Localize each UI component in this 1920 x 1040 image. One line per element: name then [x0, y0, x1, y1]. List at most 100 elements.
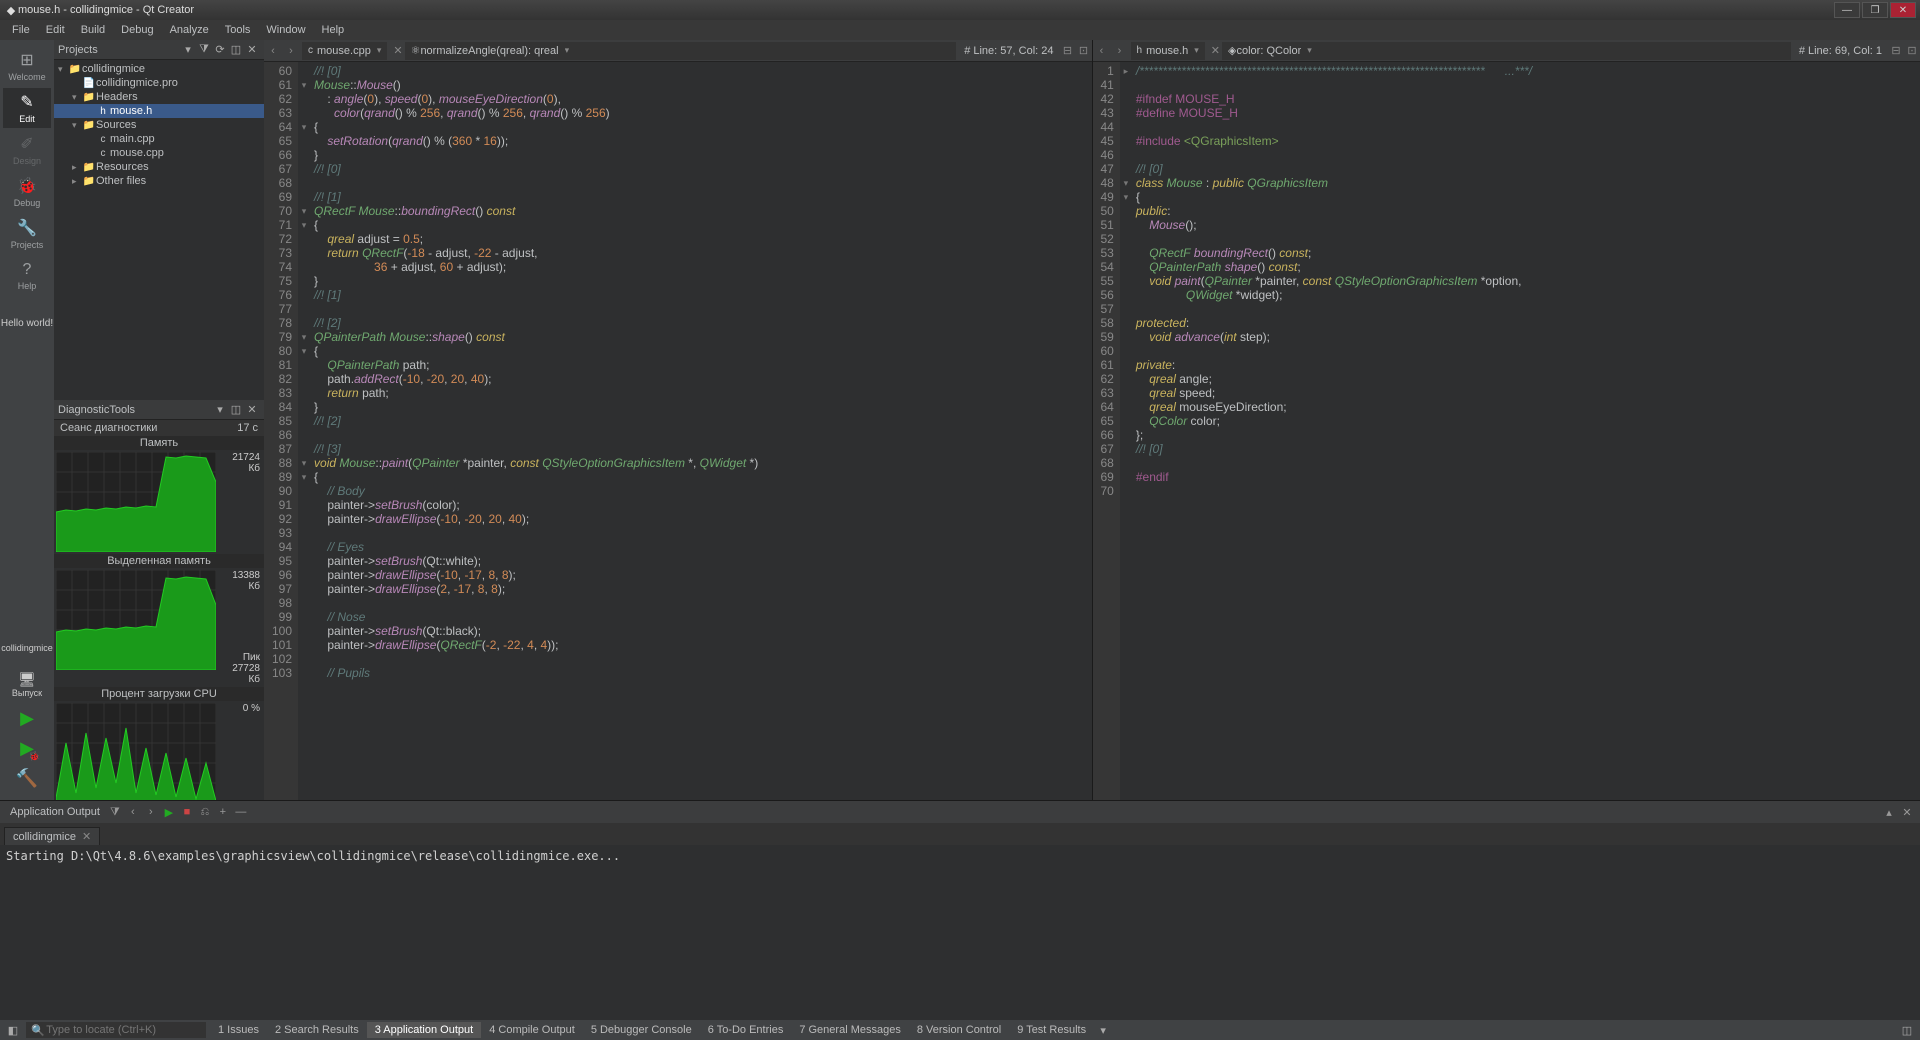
mode-help[interactable]: ?Help: [3, 256, 51, 296]
kit-project[interactable]: collidingmice: [3, 632, 51, 664]
split-icon[interactable]: ◫: [228, 403, 244, 416]
mode-edit[interactable]: ✎Edit: [3, 88, 51, 128]
editor-toolbar: ‹ › cmouse.cpp▾ ✕ ⚛normalizeAngle(qreal)…: [264, 40, 1092, 62]
h-icon: h: [1137, 45, 1143, 56]
nav-back-icon[interactable]: ‹: [1093, 45, 1111, 57]
menu-build[interactable]: Build: [73, 22, 113, 38]
project-tree[interactable]: ▾📁collidingmice 📄collidingmice.pro▾📁Head…: [54, 60, 264, 400]
output-title: Application Output: [4, 806, 106, 818]
split-h-icon[interactable]: ⊟: [1060, 44, 1076, 57]
prev-icon[interactable]: ‹: [124, 806, 142, 818]
split-icon[interactable]: ◫: [228, 43, 244, 56]
maximize-button[interactable]: ❐: [1862, 2, 1888, 18]
cursor-pos[interactable]: # Line: 57, Col: 24: [958, 45, 1059, 57]
menu-tools[interactable]: Tools: [217, 22, 259, 38]
sync-icon[interactable]: ⟳: [212, 43, 228, 56]
diag-header: DiagnosticTools ▾ ◫ ✕: [54, 400, 264, 420]
nav-back-icon[interactable]: ‹: [264, 45, 282, 57]
alloc-graph: [56, 570, 216, 670]
build-button[interactable]: 🔨: [12, 764, 42, 792]
status-pane-2[interactable]: 3 Application Output: [367, 1022, 481, 1038]
tree-item[interactable]: ▸📁Other files: [54, 174, 264, 188]
stop-icon[interactable]: ■: [178, 806, 196, 818]
editor-left: ‹ › cmouse.cpp▾ ✕ ⚛normalizeAngle(qreal)…: [264, 40, 1093, 800]
symbol-icon: ⚛: [411, 44, 421, 57]
diag-body: Сеанс диагностики17 с Память 21724 Кб Вы…: [54, 420, 264, 800]
minimize-button[interactable]: —: [1834, 2, 1860, 18]
status-pane-3[interactable]: 4 Compile Output: [481, 1022, 583, 1038]
status-pane-5[interactable]: 6 To-Do Entries: [700, 1022, 792, 1038]
close-button[interactable]: ✕: [1890, 2, 1916, 18]
output-tab[interactable]: collidingmice✕: [4, 827, 100, 845]
split-close-icon[interactable]: ⊡: [1904, 44, 1920, 57]
debug-run-button[interactable]: ▶🐞: [12, 734, 42, 762]
file-selector[interactable]: hmouse.h▾: [1131, 42, 1205, 60]
add-icon[interactable]: +: [214, 806, 232, 818]
close-file-icon[interactable]: ✕: [1211, 44, 1220, 57]
close-output-icon[interactable]: ✕: [1898, 806, 1916, 819]
menu-edit[interactable]: Edit: [38, 22, 73, 38]
split-h-icon[interactable]: ⊟: [1888, 44, 1904, 57]
status-pane-1[interactable]: 2 Search Results: [267, 1022, 367, 1038]
split-close-icon[interactable]: ⊡: [1076, 44, 1092, 57]
menu-window[interactable]: Window: [258, 22, 313, 38]
attach-icon[interactable]: ⎌: [196, 806, 214, 819]
memory-graph: [56, 452, 216, 552]
toggle-sidebar-icon[interactable]: ◧: [4, 1024, 22, 1037]
tree-item[interactable]: hmouse.h: [54, 104, 264, 118]
close-tab-icon[interactable]: ✕: [82, 830, 91, 843]
run-button[interactable]: ▶: [12, 704, 42, 732]
output-text[interactable]: Starting D:\Qt\4.8.6\examples\graphicsvi…: [0, 845, 1920, 1020]
file-selector[interactable]: cmouse.cpp▾: [302, 42, 387, 60]
status-pane-0[interactable]: 1 Issues: [210, 1022, 267, 1038]
output-toolbar: Application Output ⧩ ‹ › ▶ ■ ⎌ + — ▴ ✕: [0, 801, 1920, 823]
dropdown-icon[interactable]: ▾: [1094, 1024, 1112, 1037]
tree-item[interactable]: ▾📁Sources: [54, 118, 264, 132]
run-icon[interactable]: ▶: [160, 806, 178, 819]
nav-fwd-icon[interactable]: ›: [1111, 45, 1129, 57]
remove-icon[interactable]: —: [232, 806, 250, 818]
locator[interactable]: 🔍: [26, 1022, 206, 1038]
close-pane-icon[interactable]: ✕: [244, 403, 260, 416]
mode-debug[interactable]: 🐞Debug: [3, 172, 51, 212]
code-area[interactable]: 6061626364656667686970717273747576777879…: [264, 62, 1092, 800]
close-file-icon[interactable]: ✕: [393, 44, 402, 57]
menu-analyze[interactable]: Analyze: [162, 22, 217, 38]
symbol-selector[interactable]: ⚛normalizeAngle(qreal): qreal▾: [405, 42, 957, 60]
nav-fwd-icon[interactable]: ›: [282, 45, 300, 57]
mode-welcome[interactable]: ⊞Welcome: [3, 46, 51, 86]
hello-label: Hello world!: [1, 318, 53, 329]
status-pane-6[interactable]: 7 General Messages: [791, 1022, 909, 1038]
dropdown-icon[interactable]: ▾: [180, 43, 196, 56]
status-pane-7[interactable]: 8 Version Control: [909, 1022, 1009, 1038]
filter-icon[interactable]: ⧩: [196, 43, 212, 56]
tree-item[interactable]: ▾📁collidingmice: [54, 62, 264, 76]
maximize-icon[interactable]: ▴: [1880, 806, 1898, 819]
kit-build[interactable]: 🖥Выпуск: [3, 668, 51, 700]
symbol-selector[interactable]: ◈color: QColor▾: [1222, 42, 1791, 60]
cursor-pos[interactable]: # Line: 69, Col: 1: [1793, 45, 1888, 57]
menu-debug[interactable]: Debug: [113, 22, 161, 38]
next-icon[interactable]: ›: [142, 806, 160, 818]
close-pane-icon[interactable]: ✕: [244, 43, 260, 56]
progress-icon[interactable]: ◫: [1898, 1024, 1916, 1037]
output-pane: Application Output ⧩ ‹ › ▶ ■ ⎌ + — ▴ ✕ c…: [0, 800, 1920, 1020]
code-area[interactable]: 1414243444546474849505152535455565758596…: [1093, 62, 1920, 800]
tree-item[interactable]: ▸📁Resources: [54, 160, 264, 174]
locator-input[interactable]: [46, 1024, 202, 1036]
tree-item[interactable]: 📄collidingmice.pro: [54, 76, 264, 90]
tree-item[interactable]: ▾📁Headers: [54, 90, 264, 104]
menu-file[interactable]: File: [4, 22, 38, 38]
mode-design[interactable]: ✐Design: [3, 130, 51, 170]
menu-help[interactable]: Help: [314, 22, 353, 38]
app-icon: ◆: [4, 4, 18, 17]
filter-icon[interactable]: ⧩: [106, 806, 124, 819]
tree-item[interactable]: cmouse.cpp: [54, 146, 264, 160]
tree-item[interactable]: cmain.cpp: [54, 132, 264, 146]
dropdown-icon[interactable]: ▾: [212, 403, 228, 416]
mode-projects[interactable]: 🔧Projects: [3, 214, 51, 254]
status-pane-8[interactable]: 9 Test Results: [1009, 1022, 1094, 1038]
status-pane-4[interactable]: 5 Debugger Console: [583, 1022, 700, 1038]
window-title: mouse.h - collidingmice - Qt Creator: [18, 4, 194, 16]
symbol-icon: ◈: [1228, 44, 1236, 57]
